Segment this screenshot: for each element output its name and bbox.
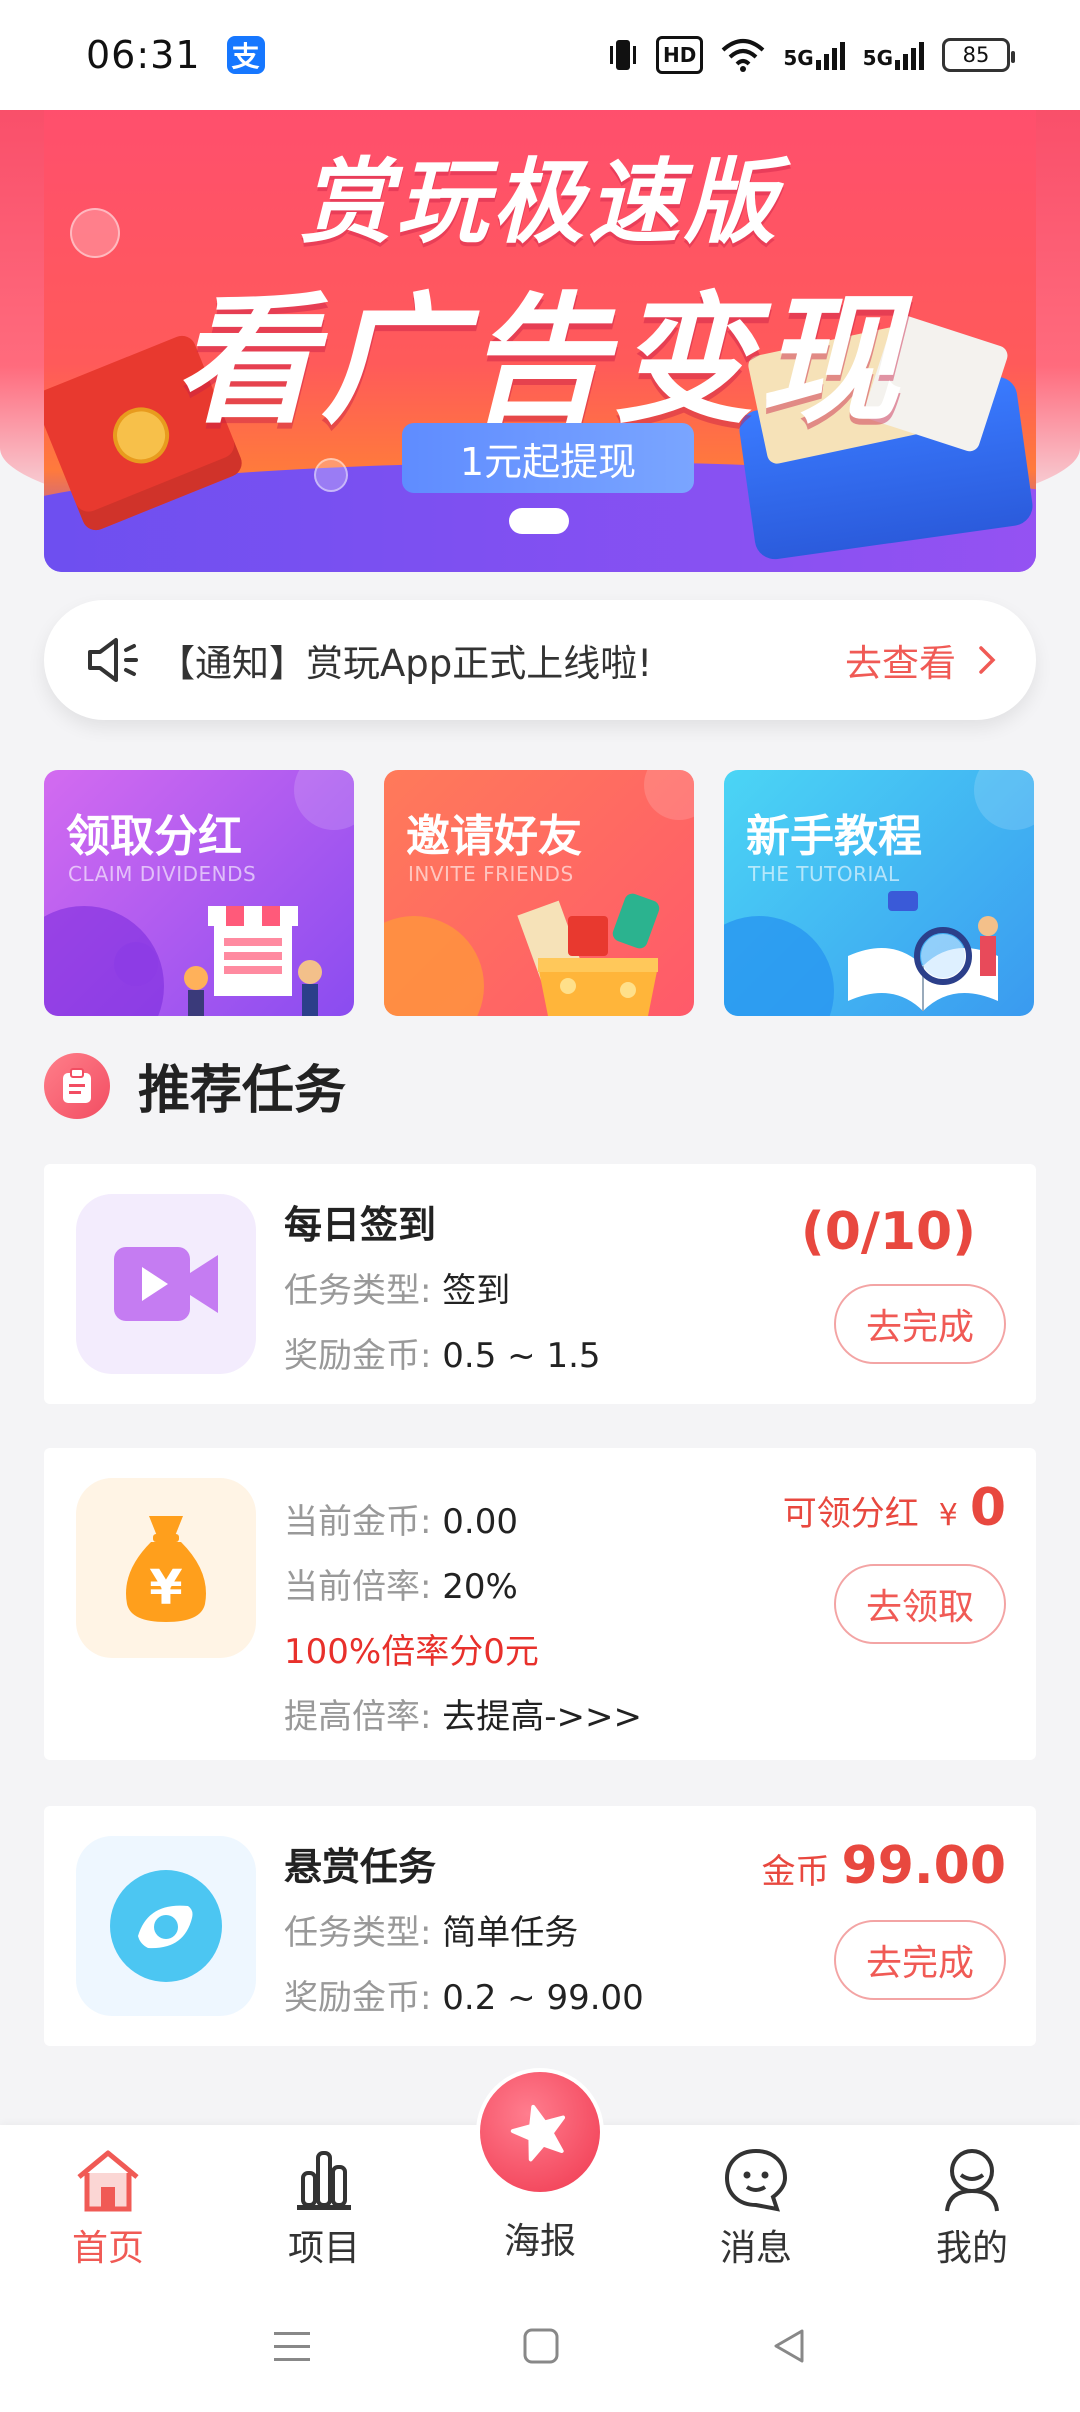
speaker-icon (88, 638, 138, 682)
shop-icon (184, 906, 322, 1016)
video-icon (76, 1194, 256, 1374)
home-square-icon[interactable] (522, 2327, 560, 2365)
task-reward-row: 奖励金币: 0.2 ~ 99.00 (284, 1978, 644, 2018)
tile-subtitle: CLAIM DIVIDENDS (68, 862, 257, 886)
task-card-dividend: ¥ 当前金币: 0.00 当前倍率: 20% 100%倍率分0元 提高倍率: 去… (44, 1448, 1036, 1760)
tile-title: 新手教程 (746, 811, 922, 862)
task-progress: (0/10) (800, 1202, 976, 1262)
task-type-row: 任务类型: 简单任务 (284, 1913, 579, 1953)
message-icon (724, 2148, 788, 2212)
profile-icon (945, 2149, 999, 2212)
claimable-dividend: 可领分红 ¥ 0 (782, 1478, 1006, 1538)
banner-headline: 看广告变现 (174, 280, 905, 443)
notice-view-link[interactable]: 去查看 (845, 633, 996, 687)
money-bag-icon: ¥ (76, 1478, 256, 1658)
task-title: 悬赏任务 (284, 1845, 437, 1889)
vibrate-icon (608, 36, 638, 74)
notice-link-label: 去查看 (845, 642, 956, 685)
tile-subtitle: THE TUTORIAL (748, 862, 900, 886)
eye-icon (76, 1836, 256, 2016)
menu-icon[interactable] (272, 2328, 312, 2364)
hd-icon: HD (655, 36, 704, 74)
signal-5g-icon-2: 5G (863, 40, 924, 70)
rate-note: 100%倍率分0元 (284, 1632, 539, 1672)
go-complete-button[interactable]: 去完成 (834, 1284, 1006, 1364)
book-icon (848, 891, 998, 1011)
gift-box-icon (517, 893, 660, 1016)
boost-rate-row[interactable]: 提高倍率: 去提高->>> (284, 1689, 642, 1738)
signal-label: 5G (783, 46, 814, 70)
alipay-icon: 支 (226, 36, 265, 74)
wifi-icon (721, 36, 765, 74)
tile-title: 邀请好友 (406, 811, 582, 862)
status-time: 06:31 (86, 33, 201, 77)
carousel-indicator (509, 508, 569, 534)
battery-icon: 85 (942, 38, 1015, 72)
bounty-coins: 金币 99.00 (761, 1836, 1006, 1896)
task-title: 每日签到 (284, 1203, 437, 1247)
current-rate-row: 当前倍率: 20% (284, 1567, 518, 1607)
banner-withdraw-pill: 1元起提现 (402, 423, 694, 493)
promo-banner[interactable]: 赏玩极速版 看广告变现 1元起提现 (44, 108, 1036, 572)
svg-text:¥: ¥ (149, 1560, 182, 1616)
tile-title: 领取分红 (66, 811, 242, 862)
go-complete-button[interactable]: 去完成 (834, 1920, 1006, 2000)
project-icon (297, 2151, 351, 2210)
tab-label-poster: 海报 (503, 2221, 576, 2262)
notice-bar[interactable]: 【通知】赏玩App正式上线啦! 去查看 (44, 600, 1036, 720)
tile-claim-dividends[interactable]: 领取分红 CLAIM DIVIDENDS (44, 770, 354, 1016)
bubble-decoration (314, 458, 348, 492)
signal-label-2: 5G (862, 46, 893, 70)
task-card-daily-checkin: 每日签到 任务类型: 签到 奖励金币: 0.5 ~ 1.5 (0/10) 去完成 (44, 1164, 1036, 1404)
notice-text: 【通知】赏玩App正式上线啦! (158, 642, 653, 685)
back-icon[interactable] (770, 2327, 808, 2365)
section-title: 推荐任务 (138, 1061, 347, 1121)
home-icon (77, 2150, 139, 2212)
banner-title: 赏玩极速版 (299, 149, 780, 256)
promo-tiles: 领取分红 CLAIM DIVIDENDS 邀请好友 INVITE FRIENDS… (44, 770, 1036, 1016)
clipboard-icon (44, 1052, 110, 1119)
tile-subtitle: INVITE FRIENDS (408, 862, 574, 886)
system-nav-bar (0, 2280, 1080, 2412)
status-bar: 06:31 支 HD 5G 5G 85 (0, 0, 1080, 110)
tile-invite-friends[interactable]: 邀请好友 INVITE FRIENDS (384, 770, 694, 1016)
signal-5g-icon: 5G (783, 40, 845, 70)
task-card-bounty: 悬赏任务 任务类型: 简单任务 奖励金币: 0.2 ~ 99.00 金币 99.… (44, 1806, 1036, 2046)
task-reward-row: 奖励金币: 0.5 ~ 1.5 (284, 1336, 601, 1376)
tile-tutorial[interactable]: 新手教程 THE TUTORIAL (724, 770, 1034, 1016)
current-coins-row: 当前金币: 0.00 (284, 1502, 518, 1542)
claim-button[interactable]: 去领取 (834, 1564, 1006, 1644)
star-icon (510, 2104, 566, 2162)
recommended-tasks-header: 推荐任务 (44, 1048, 346, 1123)
poster-fab-button[interactable] (476, 2068, 604, 2196)
chevron-right-icon (979, 646, 996, 674)
task-type-row: 任务类型: 签到 (284, 1271, 511, 1311)
